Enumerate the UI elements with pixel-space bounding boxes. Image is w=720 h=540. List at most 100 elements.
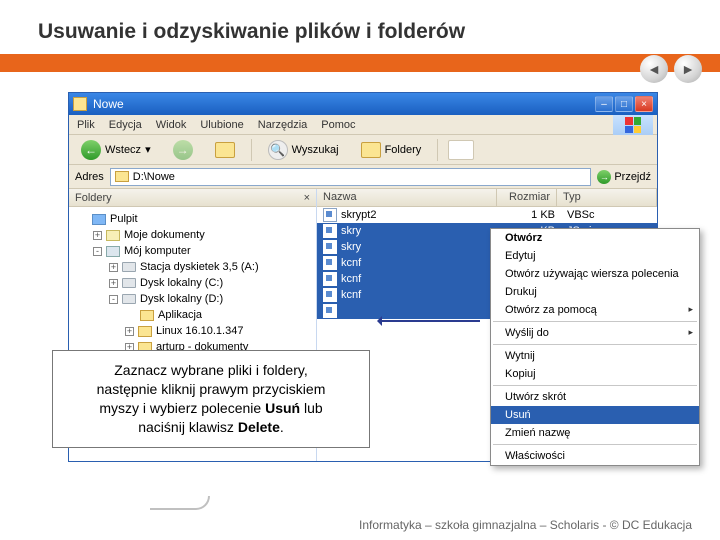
folders-button[interactable]: Foldery [355, 140, 428, 160]
menu-open-with[interactable]: Otwórz za pomocą [491, 301, 699, 319]
menu-separator [493, 444, 697, 445]
menu-edit-file[interactable]: Edytuj [491, 247, 699, 265]
go-label: Przejdź [614, 171, 651, 183]
tree-item-label: Linux 16.10.1.347 [156, 325, 243, 337]
back-button[interactable]: ←Wstecz ▾ [75, 138, 157, 162]
menu-bar: Plik Edycja Widok Ulubione Narzędzia Pom… [69, 115, 657, 135]
search-button[interactable]: 🔍 Wyszukaj [262, 138, 345, 162]
address-input[interactable]: D:\Nowe [110, 168, 592, 186]
tree-item-label: Aplikacja [158, 309, 202, 321]
tree-item[interactable]: + Stacja dyskietek 3,5 (A:) [73, 259, 312, 275]
folder-tree[interactable]: Pulpit + Moje dokumenty -Mój komputer + Stacj… [69, 207, 316, 359]
tree-item[interactable]: + Moje dokumenty [73, 227, 312, 243]
menu-delete[interactable]: Usuń [491, 406, 699, 424]
tree-item[interactable]: -Mój komputer [73, 243, 312, 259]
col-name[interactable]: Nazwa [317, 189, 497, 206]
file-name: kcnf [341, 289, 501, 301]
menu-copy[interactable]: Kopiuj [491, 365, 699, 383]
go-icon: → [597, 170, 611, 184]
file-size: 1 KB [501, 209, 561, 221]
window-title: Nowe [93, 97, 124, 111]
menu-edit[interactable]: Edycja [109, 119, 142, 131]
window-icon [73, 97, 87, 111]
next-slide-button[interactable]: ► [674, 55, 702, 83]
expand-toggle[interactable]: + [93, 231, 102, 240]
search-label: Wyszukaj [292, 144, 339, 156]
tree-item-label: Dysk lokalny (C:) [140, 277, 223, 289]
expand-toggle[interactable]: - [109, 295, 118, 304]
close-tree-button[interactable]: × [304, 192, 310, 204]
tree-item-label: Pulpit [110, 213, 138, 225]
file-type: VBSc [561, 209, 657, 221]
forward-button[interactable]: → [167, 138, 199, 162]
menu-shortcut[interactable]: Utwórz skrót [491, 388, 699, 406]
list-header: Nazwa Rozmiar Typ [317, 189, 657, 207]
address-bar: Adres D:\Nowe →Przejdź [69, 165, 657, 189]
go-button[interactable]: →Przejdź [597, 170, 651, 184]
windows-logo-icon [613, 115, 653, 135]
menu-open-cmd[interactable]: Otwórz używając wiersza polecenia [491, 265, 699, 283]
up-button[interactable] [209, 140, 241, 160]
menu-separator [493, 385, 697, 386]
menu-send-to[interactable]: Wyślij do [491, 324, 699, 342]
tree-item[interactable]: + Dysk lokalny (C:) [73, 275, 312, 291]
tree-item-label: Stacja dyskietek 3,5 (A:) [140, 261, 259, 273]
menu-tools[interactable]: Narzędzia [258, 119, 308, 131]
callout-line: naciśnij klawisz Delete. [65, 418, 357, 437]
file-icon [323, 304, 337, 318]
menu-separator [493, 344, 697, 345]
expand-toggle[interactable]: + [125, 327, 134, 336]
menu-view[interactable]: Widok [156, 119, 187, 131]
tree-item[interactable]: - Dysk lokalny (D:) [73, 291, 312, 307]
folder-icon [115, 171, 129, 182]
expand-toggle[interactable]: + [109, 279, 118, 288]
menu-open[interactable]: Otwórz [491, 229, 699, 247]
folders-label: Foldery [385, 144, 422, 156]
menu-properties[interactable]: Właściwości [491, 447, 699, 465]
file-row[interactable]: skrypt21 KBVBSc [317, 207, 657, 223]
menu-print[interactable]: Drukuj [491, 283, 699, 301]
address-path: D:\Nowe [133, 171, 175, 183]
views-button[interactable] [448, 140, 474, 160]
prev-slide-button[interactable]: ◄ [640, 55, 668, 83]
menu-rename[interactable]: Zmień nazwę [491, 424, 699, 442]
tree-item-label: Dysk lokalny (D:) [140, 293, 223, 305]
minimize-button[interactable]: – [595, 96, 613, 112]
tree-item[interactable]: + Linux 16.10.1.347 [73, 323, 312, 339]
slide-nav: ◄ ► [640, 55, 702, 83]
footer-ornament [150, 496, 210, 510]
back-icon: ← [81, 140, 101, 160]
mydoc-icon [106, 230, 120, 241]
callout-arrow [380, 320, 480, 322]
folder-icon [138, 326, 152, 337]
menu-separator [493, 321, 697, 322]
col-type[interactable]: Typ [557, 189, 657, 206]
expand-toggle[interactable]: - [93, 247, 102, 256]
address-label: Adres [75, 171, 104, 183]
search-icon: 🔍 [268, 140, 288, 160]
tree-item[interactable]: Aplikacja [73, 307, 312, 323]
window-titlebar[interactable]: Nowe – □ × [69, 93, 657, 115]
tree-item-label: Moje dokumenty [124, 229, 205, 241]
file-icon [323, 288, 337, 302]
file-icon [323, 240, 337, 254]
menu-help[interactable]: Pomoc [321, 119, 355, 131]
drive-icon [122, 278, 136, 288]
file-name: kcnf [341, 273, 501, 285]
maximize-button[interactable]: □ [615, 96, 633, 112]
close-button[interactable]: × [635, 96, 653, 112]
file-name: skry [341, 241, 501, 253]
menu-file[interactable]: Plik [77, 119, 95, 131]
callout-line: następnie kliknij prawym przyciskiem [65, 380, 357, 399]
context-menu: Otwórz Edytuj Otwórz używając wiersza po… [490, 228, 700, 466]
menu-favorites[interactable]: Ulubione [200, 119, 243, 131]
forward-icon: → [173, 140, 193, 160]
instruction-callout: Zaznacz wybrane pliki i foldery, następn… [52, 350, 370, 448]
expand-toggle[interactable]: + [109, 263, 118, 272]
slide-title: Usuwanie i odzyskiwanie plików i folderó… [0, 0, 720, 54]
folder-icon [140, 310, 154, 321]
menu-cut[interactable]: Wytnij [491, 347, 699, 365]
drive-icon [122, 294, 136, 304]
tree-item[interactable]: Pulpit [73, 211, 312, 227]
col-size[interactable]: Rozmiar [497, 189, 557, 206]
